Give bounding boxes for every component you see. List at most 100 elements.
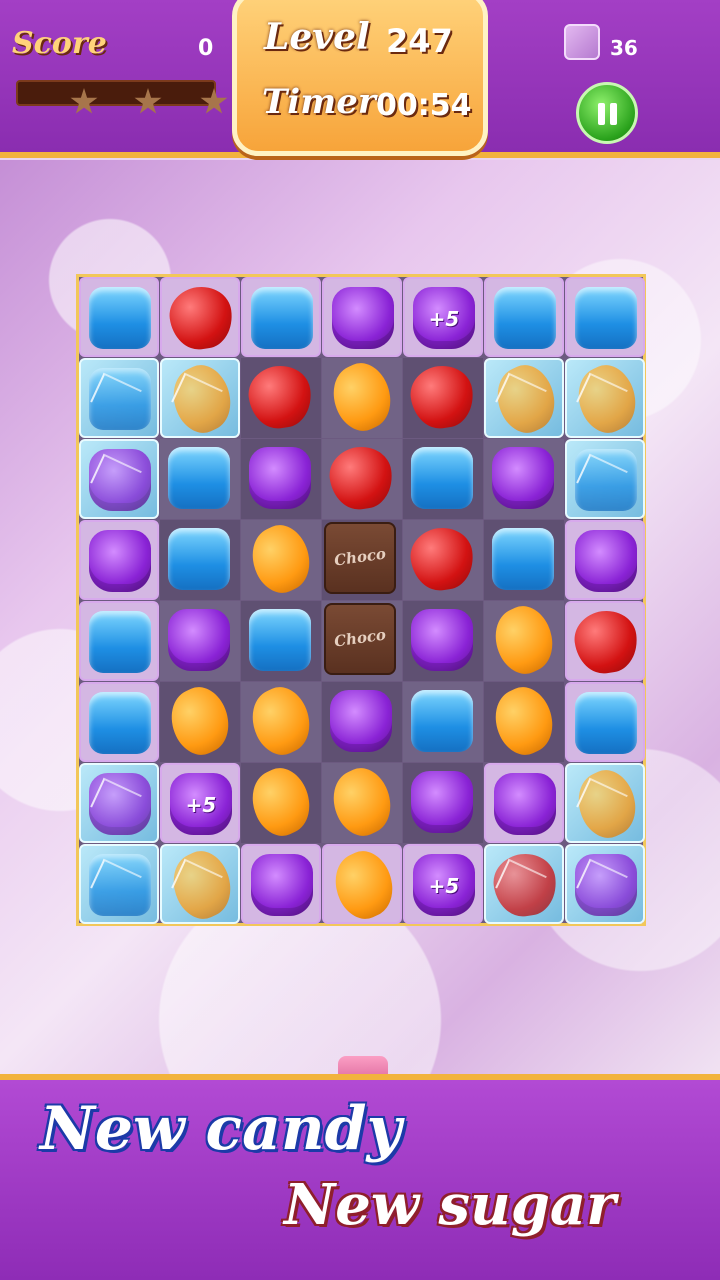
board-cell[interactable] [565,762,647,846]
choco-candy-icon[interactable]: Choco [324,603,396,675]
orange-candy-icon[interactable] [162,357,242,441]
red-candy-icon[interactable] [406,523,478,595]
board-cell[interactable] [241,844,321,924]
purple-candy-icon[interactable] [411,609,473,671]
board-cell[interactable] [403,358,483,438]
board-cell[interactable] [79,358,159,438]
board-cell[interactable] [241,679,321,763]
board-cell[interactable] [241,358,321,438]
board-cell[interactable] [565,520,645,600]
purple-candy-icon[interactable] [411,771,473,833]
orange-candy-icon[interactable] [567,357,647,441]
blue-candy-icon[interactable] [411,690,473,752]
blue-candy-icon[interactable] [251,287,313,349]
board-cell[interactable]: Choco [322,520,402,600]
board-cell[interactable] [79,439,159,519]
purple-candy-icon[interactable] [575,530,637,592]
red-candy-icon[interactable] [489,849,561,921]
board-cell[interactable] [241,277,321,357]
board-cell[interactable] [160,357,242,441]
board-cell[interactable] [322,760,402,844]
board-cell[interactable] [484,598,564,682]
blue-candy-icon[interactable] [494,287,556,349]
board-cell[interactable] [484,844,564,924]
board-cell[interactable] [160,843,242,927]
board-cell[interactable] [565,601,645,681]
blue-candy-icon[interactable] [89,692,151,754]
board-cell[interactable] [322,682,402,762]
board-cell[interactable] [484,679,564,763]
board-cell[interactable] [565,439,645,519]
board-cell[interactable] [484,520,564,600]
choco-candy-icon[interactable]: Choco [324,522,396,594]
board-cell[interactable] [484,357,566,441]
purple-candy-icon[interactable]: +5 [413,854,475,916]
orange-candy-icon[interactable] [241,517,321,601]
board-cell[interactable] [241,760,321,844]
board-cell[interactable] [565,357,647,441]
orange-candy-icon[interactable] [162,843,242,927]
purple-candy-icon[interactable] [494,773,556,835]
board-cell[interactable] [79,277,159,357]
red-candy-icon[interactable] [570,606,642,678]
board-cell[interactable] [403,601,483,681]
board-cell[interactable]: +5 [160,763,240,843]
purple-candy-icon[interactable] [332,287,394,349]
board-cell[interactable] [403,520,483,600]
board-cell[interactable] [160,439,240,519]
blue-candy-icon[interactable] [249,609,311,671]
board-cell[interactable] [79,763,159,843]
purple-candy-icon[interactable] [89,449,151,511]
board-cell[interactable] [79,520,159,600]
blue-candy-icon[interactable] [411,447,473,509]
orange-candy-icon[interactable] [322,355,402,439]
purple-candy-icon[interactable]: +5 [413,287,475,349]
board-cell[interactable]: +5 [403,844,483,924]
blue-candy-icon[interactable] [168,447,230,509]
board-cell[interactable] [484,277,564,357]
board-cell[interactable] [241,601,321,681]
purple-candy-icon[interactable] [575,854,637,916]
board-cell[interactable] [322,277,402,357]
board-cell[interactable]: Choco [322,601,402,681]
board-cell[interactable] [565,277,645,357]
board-cell[interactable] [403,763,483,843]
red-candy-icon[interactable] [244,361,316,433]
board-cell[interactable] [322,843,404,927]
board-cell[interactable] [79,601,159,681]
board-cell[interactable] [160,679,240,763]
orange-candy-icon[interactable] [322,760,402,844]
orange-candy-icon[interactable] [241,679,321,763]
board-cell[interactable] [484,439,564,519]
blue-candy-icon[interactable] [89,287,151,349]
orange-candy-icon[interactable] [486,357,566,441]
board-cell[interactable] [565,682,645,762]
purple-candy-icon[interactable]: +5 [170,773,232,835]
orange-candy-icon[interactable] [324,843,404,927]
blue-candy-icon[interactable] [89,611,151,673]
purple-candy-icon[interactable] [251,854,313,916]
board-cell[interactable] [79,844,159,924]
board-cell[interactable] [79,682,159,762]
orange-candy-icon[interactable] [160,679,240,763]
blue-candy-icon[interactable] [89,368,151,430]
board-cell[interactable] [322,355,402,439]
blue-candy-icon[interactable] [575,287,637,349]
board-cell[interactable]: +5 [403,277,483,357]
orange-candy-icon[interactable] [241,760,321,844]
board-cell[interactable] [565,844,645,924]
blue-candy-icon[interactable] [575,692,637,754]
blue-candy-icon[interactable] [575,449,637,511]
board-cell[interactable] [160,520,240,600]
board-cell[interactable] [160,277,240,357]
board-cell[interactable] [241,517,321,601]
purple-candy-icon[interactable] [89,530,151,592]
board-cell[interactable] [403,682,483,762]
blue-candy-icon[interactable] [168,528,230,590]
board-cell[interactable] [322,439,402,519]
purple-candy-icon[interactable] [492,447,554,509]
red-candy-icon[interactable] [325,442,397,514]
orange-candy-icon[interactable] [567,762,647,846]
red-candy-icon[interactable] [406,361,478,433]
pause-button[interactable] [576,82,638,144]
